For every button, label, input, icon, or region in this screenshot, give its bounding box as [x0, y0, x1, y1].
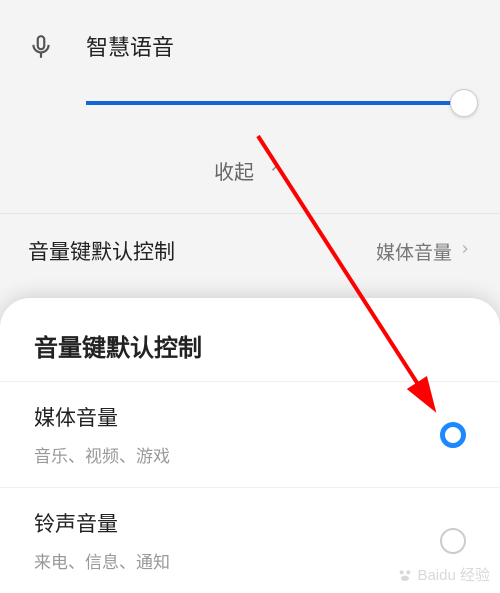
slider-track: [86, 101, 466, 105]
volume-key-default-row[interactable]: 音量键默认控制 媒体音量: [0, 213, 500, 288]
option-title: 媒体音量: [34, 402, 170, 432]
sheet-title: 音量键默认控制: [0, 328, 500, 381]
option-subtitle: 音乐、视频、游戏: [34, 442, 170, 467]
baidu-icon: [397, 567, 413, 583]
volume-key-default-value: 媒体音量: [376, 238, 472, 265]
option-title: 铃声音量: [34, 508, 170, 538]
radio-selected-icon[interactable]: [440, 422, 466, 448]
smart-voice-section: 智慧语音: [0, 0, 500, 128]
smart-voice-label: 智慧语音: [86, 30, 472, 62]
collapse-button[interactable]: 收起: [0, 128, 500, 213]
volume-key-default-value-text: 媒体音量: [376, 238, 452, 265]
option-text: 铃声音量 来电、信息、通知: [34, 508, 170, 573]
smart-voice-slider[interactable]: [86, 88, 466, 118]
mic-icon: [28, 34, 54, 65]
watermark: Baidu 经验: [397, 564, 490, 585]
collapse-label: 收起: [214, 156, 254, 185]
smart-voice-slider-area: 智慧语音: [86, 30, 472, 118]
slider-thumb[interactable]: [450, 89, 478, 117]
option-media-volume[interactable]: 媒体音量 音乐、视频、游戏: [0, 381, 500, 487]
option-subtitle: 来电、信息、通知: [34, 548, 170, 573]
option-text: 媒体音量 音乐、视频、游戏: [34, 402, 170, 467]
radio-unselected-icon[interactable]: [440, 528, 466, 554]
watermark-text: Baidu 经验: [417, 564, 490, 585]
chevron-up-icon: [268, 159, 286, 183]
chevron-right-icon: [458, 240, 472, 262]
volume-key-default-label: 音量键默认控制: [28, 236, 175, 266]
volume-key-sheet: 音量键默认控制 媒体音量 音乐、视频、游戏 铃声音量 来电、信息、通知: [0, 298, 500, 593]
